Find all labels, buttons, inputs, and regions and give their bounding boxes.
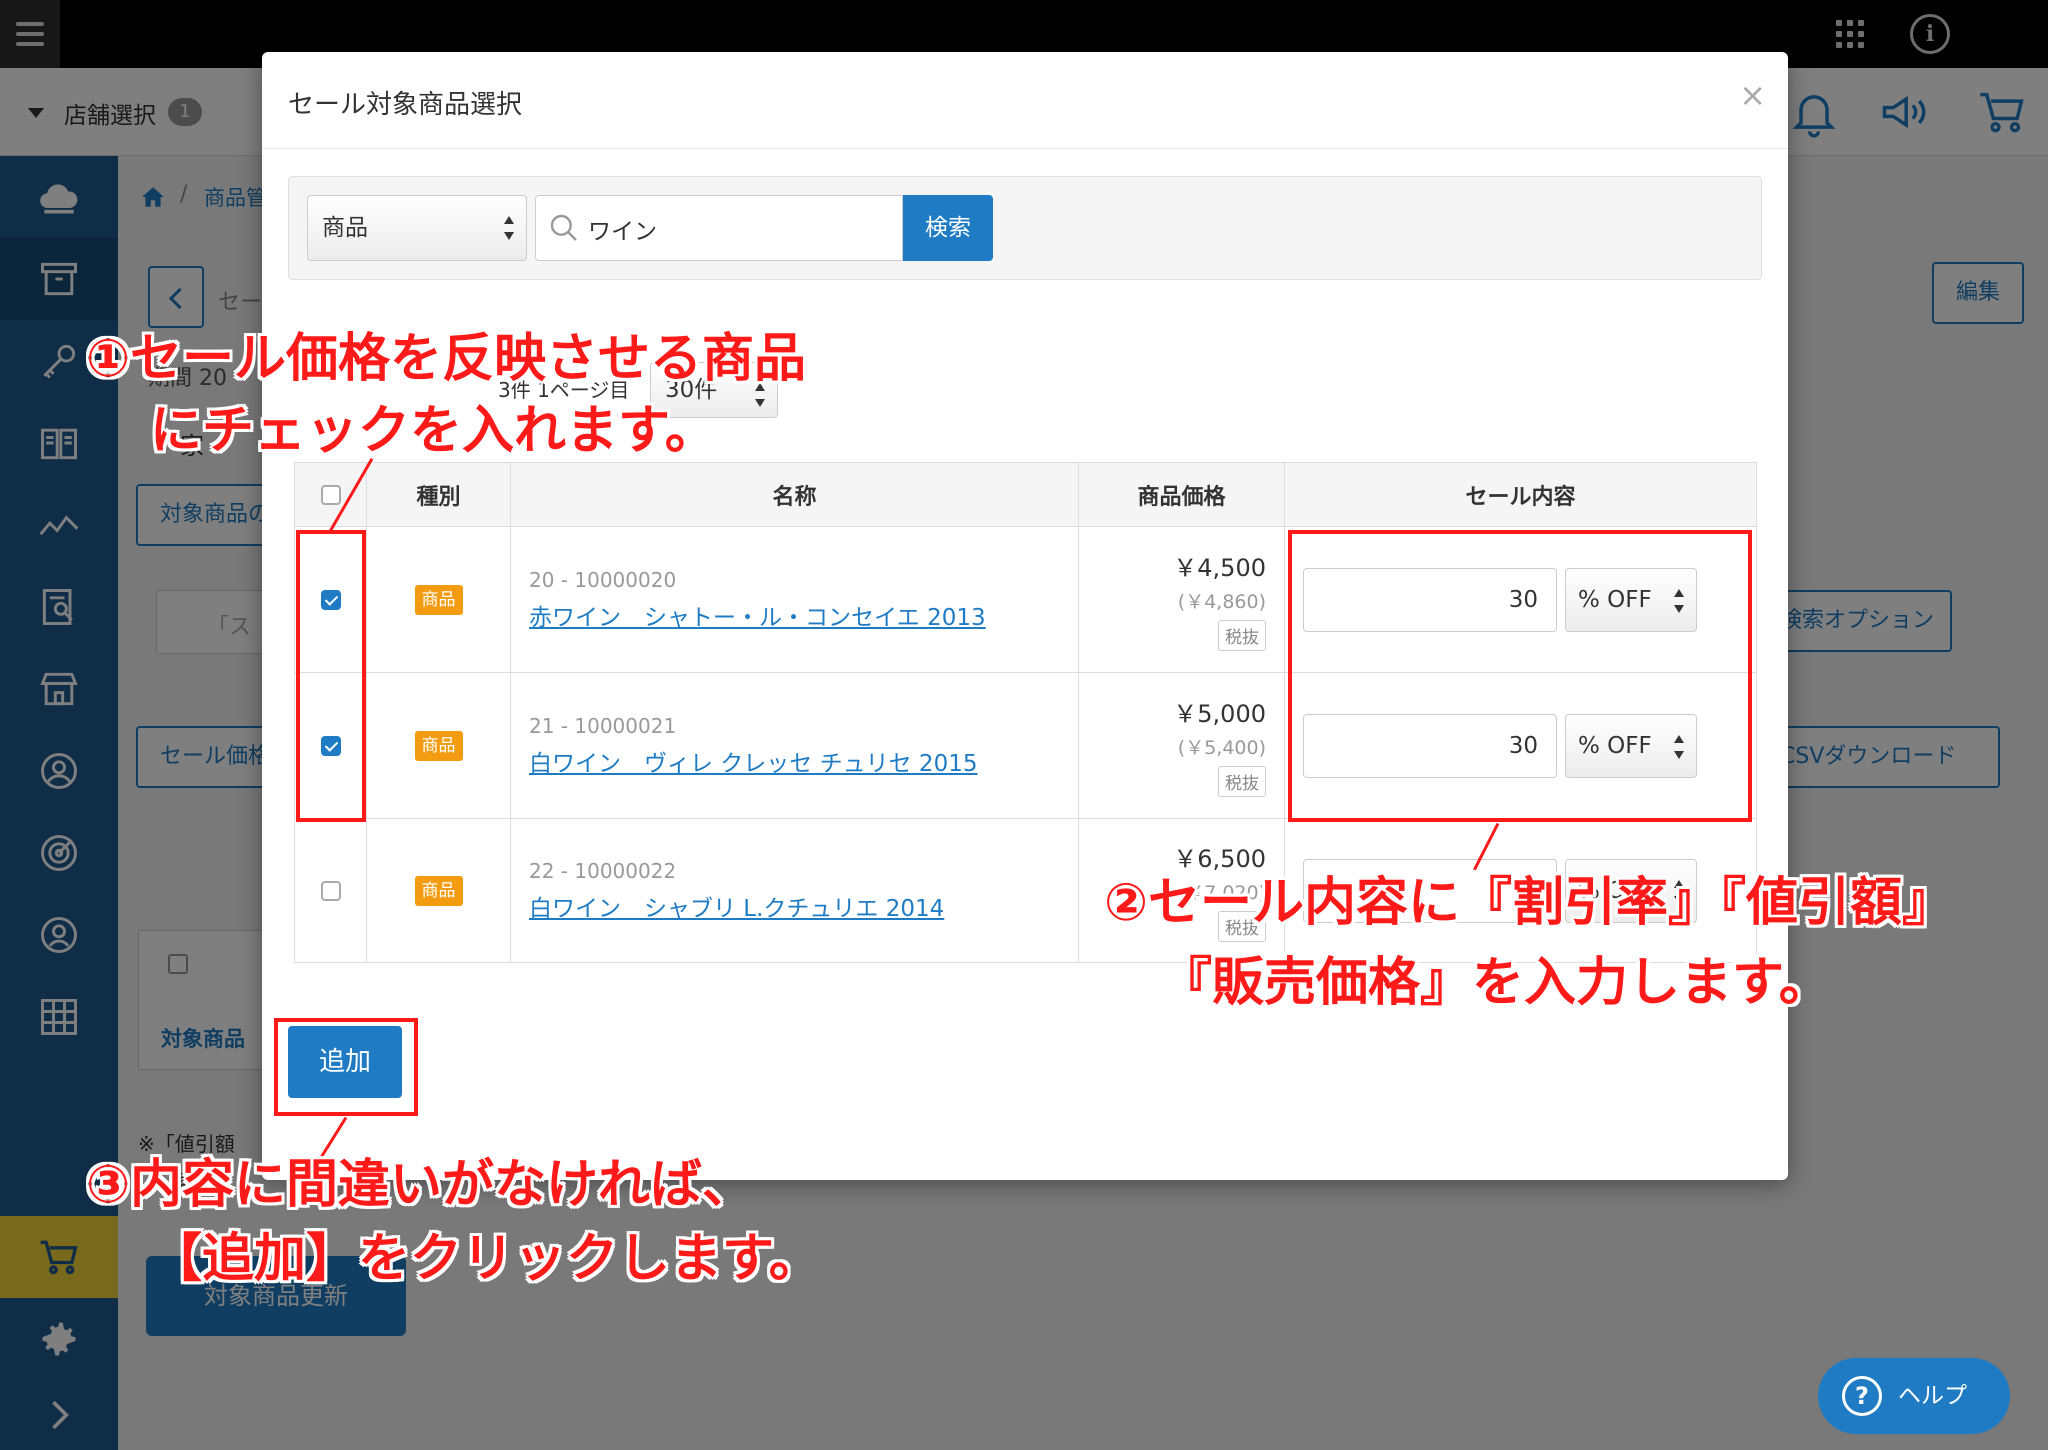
annotation-step2-line1: ②セール内容に『割引率』『値引額』: [1104, 873, 1955, 933]
checkbox-cell: [294, 818, 367, 963]
category-cell: 商品: [366, 526, 511, 673]
product-code: 21 - 10000021: [529, 713, 677, 738]
annotation-step3-line1: ③内容に間違いがなければ、: [86, 1155, 755, 1215]
annotation-step3-line2: 【追加】をクリックします。: [150, 1229, 821, 1289]
search-input[interactable]: ワイン: [535, 195, 903, 261]
annotation-step2-line2: 『販売価格』を入力します。: [1160, 953, 1831, 1013]
product-price-tax: (￥4,860): [1177, 591, 1266, 613]
column-header-sale: セール内容: [1284, 462, 1757, 527]
column-header-price: 商品価格: [1078, 462, 1285, 527]
search-value: ワイン: [588, 219, 657, 245]
price-cell: ￥5,000 (￥5,400) 税抜: [1078, 672, 1285, 819]
search-panel: 商品 ワイン 検索: [288, 176, 1762, 280]
annotation-highlight-add-button: [274, 1018, 418, 1116]
product-price: ￥4,500: [1173, 554, 1266, 582]
modal-title: セール対象商品選択: [288, 90, 523, 120]
product-price-tax: (￥5,400): [1177, 737, 1266, 759]
product-code: 20 - 10000020: [529, 567, 677, 592]
type-select-value: 商品: [322, 215, 368, 241]
select-all-checkbox[interactable]: [320, 484, 341, 505]
category-cell: 商品: [366, 672, 511, 819]
help-button[interactable]: ? ヘルプ: [1818, 1358, 2010, 1434]
tax-badge: 税抜: [1218, 766, 1266, 797]
product-name-link[interactable]: 白ワイン シャブリ L.クチュリエ 2014: [529, 889, 1078, 923]
name-cell: 22 - 10000022 白ワイン シャブリ L.クチュリエ 2014: [510, 818, 1079, 963]
row-checkbox[interactable]: [320, 880, 341, 901]
table-header-row: 種別 名称 商品価格 セール内容: [294, 462, 1757, 527]
annotation-highlight-checkboxes: [296, 530, 366, 822]
search-button[interactable]: 検索: [903, 195, 993, 261]
column-header-type: 種別: [366, 462, 511, 527]
category-cell: 商品: [366, 818, 511, 963]
annotation-step1-line1: ①セール価格を反映させる商品: [86, 329, 807, 389]
search-icon: [550, 214, 577, 241]
tax-badge: 税抜: [1218, 620, 1266, 651]
product-price: ￥5,000: [1173, 700, 1266, 728]
select-all-cell: [294, 462, 367, 527]
product-name-link[interactable]: 白ワイン ヴィレ クレッセ チュリセ 2015: [529, 744, 1078, 778]
question-circle-icon: ?: [1842, 1376, 1882, 1416]
help-label: ヘルプ: [1898, 1383, 1967, 1409]
name-cell: 21 - 10000021 白ワイン ヴィレ クレッセ チュリセ 2015: [510, 672, 1079, 819]
app-window: i 店舗選択 1: [0, 0, 2048, 1450]
annotation-step1-line2: にチェックを入れます。: [150, 401, 717, 461]
modal-divider: [262, 148, 1788, 149]
name-cell: 20 - 10000020 赤ワイン シャトー・ル・コンセイエ 2013: [510, 526, 1079, 673]
type-select[interactable]: 商品: [307, 195, 527, 261]
product-name-link[interactable]: 赤ワイン シャトー・ル・コンセイエ 2013: [529, 598, 1078, 632]
select-arrows-icon: [504, 216, 514, 240]
column-header-name: 名称: [510, 462, 1079, 527]
close-icon[interactable]: ×: [1739, 76, 1766, 114]
category-badge: 商品: [414, 584, 463, 615]
product-price: ￥6,500: [1173, 845, 1266, 873]
category-badge: 商品: [414, 730, 463, 761]
product-code: 22 - 10000022: [529, 858, 677, 883]
category-badge: 商品: [414, 875, 463, 906]
annotation-highlight-sale-content: [1288, 530, 1752, 822]
price-cell: ￥4,500 (￥4,860) 税抜: [1078, 526, 1285, 673]
